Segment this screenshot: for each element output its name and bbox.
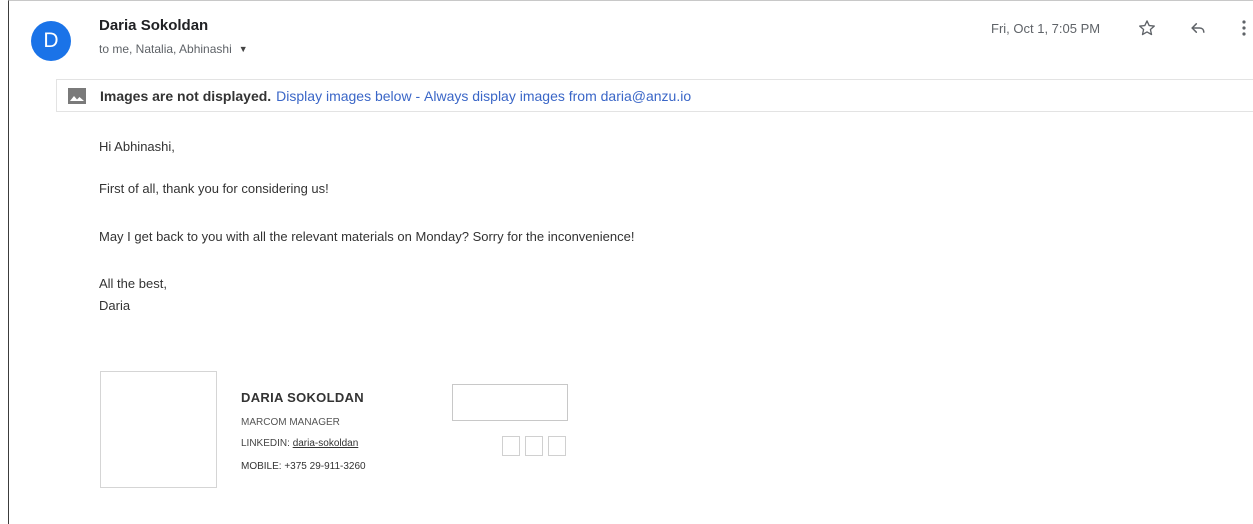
email-closing: All the best, [99, 276, 167, 291]
signature-photo-placeholder [100, 371, 217, 488]
linkedin-link[interactable]: daria-sokoldan [293, 438, 359, 449]
email-body-line-1: First of all, thank you for considering … [99, 181, 329, 196]
company-logo-placeholder [452, 384, 568, 421]
linkedin-label: LINKEDIN: [241, 438, 290, 449]
email-sign-name: Daria [99, 298, 131, 313]
reply-icon[interactable] [1185, 15, 1211, 41]
email-body-line-2: May I get back to you with all the relev… [99, 229, 635, 244]
signature-mobile: MOBILE: +375 29-911-3260 [241, 461, 366, 472]
display-images-below-link[interactable]: Display images below [276, 88, 411, 104]
recipients-text: to me, Natalia, Abhinashi [99, 42, 232, 56]
social-link-1[interactable] [502, 436, 520, 456]
signature-linkedin: LINKEDIN: daria-sokoldan [241, 438, 358, 449]
more-vert-icon[interactable] [1231, 15, 1253, 41]
image-icon [68, 87, 86, 104]
social-link-3[interactable] [548, 436, 566, 456]
images-not-displayed-text: Images are not displayed. [100, 87, 272, 104]
images-not-displayed-banner: Images are not displayed. Display images… [56, 79, 1253, 112]
sender-name[interactable]: Daria Sokoldan [99, 17, 208, 34]
email-message-view: D Daria Sokoldan to me, Natalia, Abhinas… [8, 0, 1253, 524]
link-separator: - [411, 87, 425, 104]
star-icon[interactable] [1134, 15, 1160, 41]
signature-name: DARIA SOKOLDAN [241, 390, 364, 405]
message-date: Fri, Oct 1, 7:05 PM [991, 21, 1101, 36]
sender-avatar[interactable]: D [31, 21, 71, 61]
always-display-images-link[interactable]: Always display images from daria@anzu.io [424, 88, 691, 104]
recipients-line[interactable]: to me, Natalia, Abhinashi ▼ [99, 42, 248, 56]
chevron-down-icon[interactable]: ▼ [239, 44, 248, 54]
social-link-2[interactable] [525, 436, 543, 456]
email-greeting: Hi Abhinashi, [99, 139, 175, 154]
signature-title: MARCOM MANAGER [241, 417, 340, 428]
